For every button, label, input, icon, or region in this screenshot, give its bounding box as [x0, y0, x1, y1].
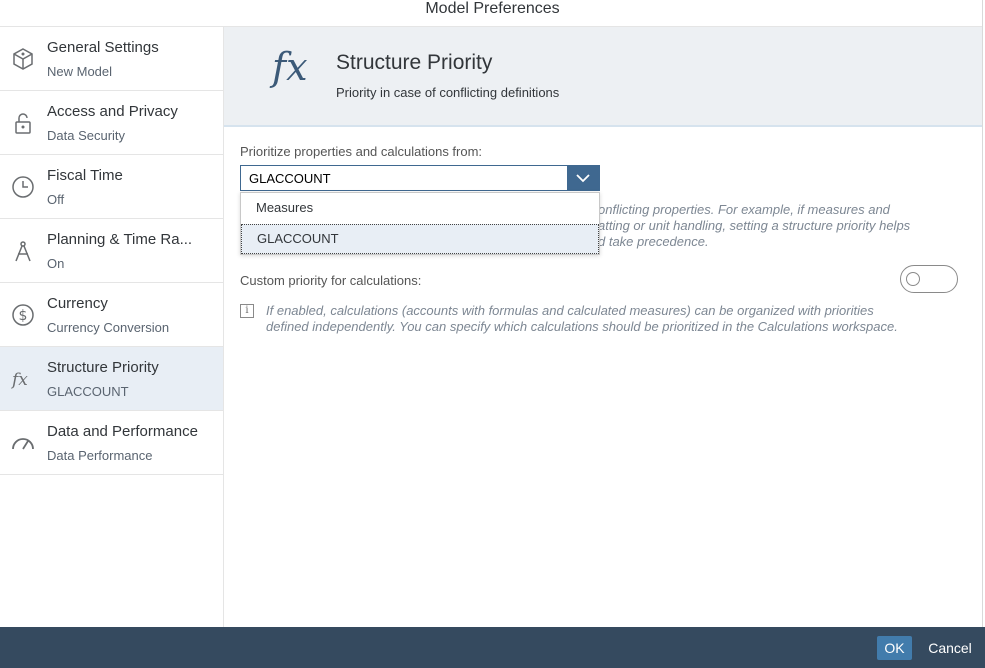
- svg-text:fx: fx: [11, 370, 28, 390]
- sidebar-item-subtitle: GLACCOUNT: [47, 384, 129, 399]
- sidebar-item-title: Data and Performance: [47, 423, 198, 440]
- priority-select[interactable]: GLACCOUNT: [240, 165, 600, 191]
- dropdown-option-glaccount[interactable]: GLACCOUNT: [241, 224, 599, 254]
- content-header: fx Structure Priority Priority in case o…: [224, 27, 982, 127]
- info-line: defined independently. You can specify w…: [266, 319, 898, 334]
- sidebar: General Settings New Model Access and Pr…: [0, 27, 224, 627]
- page-subtitle: Priority in case of conflicting definiti…: [336, 85, 560, 100]
- sidebar-item-currency[interactable]: $ Currency Currency Conversion: [0, 283, 223, 347]
- prioritize-label: Prioritize properties and calculations f…: [240, 144, 483, 159]
- sidebar-item-title: Fiscal Time: [47, 167, 123, 184]
- sidebar-item-subtitle: Currency Conversion: [47, 320, 170, 335]
- sidebar-item-planning-time-range[interactable]: Planning & Time Ra... On: [0, 219, 223, 283]
- fx-icon: fx: [10, 367, 35, 391]
- sidebar-item-title: Planning & Time Ra...: [47, 231, 193, 248]
- ok-button[interactable]: OK: [877, 636, 912, 660]
- sidebar-item-subtitle: New Model: [47, 64, 113, 79]
- sidebar-item-general-settings[interactable]: General Settings New Model: [0, 27, 223, 91]
- sidebar-item-fiscal-time[interactable]: Fiscal Time Off: [0, 155, 223, 219]
- cancel-button[interactable]: Cancel: [922, 636, 978, 660]
- info-icon: i: [240, 304, 254, 318]
- sidebar-item-access-privacy[interactable]: Access and Privacy Data Security: [0, 91, 223, 155]
- svg-text:$: $: [19, 308, 28, 324]
- content-panel: fx Structure Priority Priority in case o…: [224, 27, 982, 627]
- sidebar-item-subtitle: Data Performance: [47, 448, 153, 463]
- sidebar-item-title: Currency: [47, 295, 108, 312]
- dropdown-option-measures[interactable]: Measures: [241, 194, 599, 224]
- sidebar-item-subtitle: Data Security: [47, 128, 126, 143]
- dialog-footer: OK Cancel: [0, 627, 985, 668]
- gauge-icon: [11, 431, 35, 455]
- dollar-icon: $: [11, 303, 35, 327]
- custom-priority-label: Custom priority for calculations:: [240, 273, 422, 288]
- sidebar-item-data-performance[interactable]: Data and Performance Data Performance: [0, 411, 223, 475]
- page-title: Structure Priority: [336, 51, 493, 74]
- sidebar-item-subtitle: Off: [47, 192, 65, 207]
- sidebar-item-title: General Settings: [47, 39, 159, 56]
- fx-icon: fx: [272, 45, 308, 89]
- sidebar-item-title: Structure Priority: [47, 359, 159, 376]
- dialog-title: Model Preferences: [425, 0, 560, 17]
- priority-dropdown-list: Measures GLACCOUNT: [240, 192, 600, 255]
- priority-select-value: GLACCOUNT: [249, 171, 331, 186]
- clock-icon: [11, 175, 35, 199]
- unlock-icon: [11, 111, 35, 135]
- sidebar-item-title: Access and Privacy: [47, 103, 178, 120]
- dropdown-toggle-button[interactable]: [567, 166, 599, 190]
- dialog-header: Model Preferences: [0, 0, 985, 27]
- chevron-down-icon: [576, 174, 590, 183]
- cube-icon: [11, 47, 35, 71]
- toggle-knob: [906, 272, 920, 286]
- custom-priority-toggle[interactable]: [900, 265, 958, 293]
- compass-icon: [11, 239, 35, 263]
- info-line: If enabled, calculations (accounts with …: [266, 303, 874, 318]
- sidebar-item-subtitle: On: [47, 256, 65, 271]
- sidebar-item-structure-priority[interactable]: fx Structure Priority GLACCOUNT: [0, 347, 223, 411]
- custom-priority-info: If enabled, calculations (accounts with …: [266, 303, 966, 335]
